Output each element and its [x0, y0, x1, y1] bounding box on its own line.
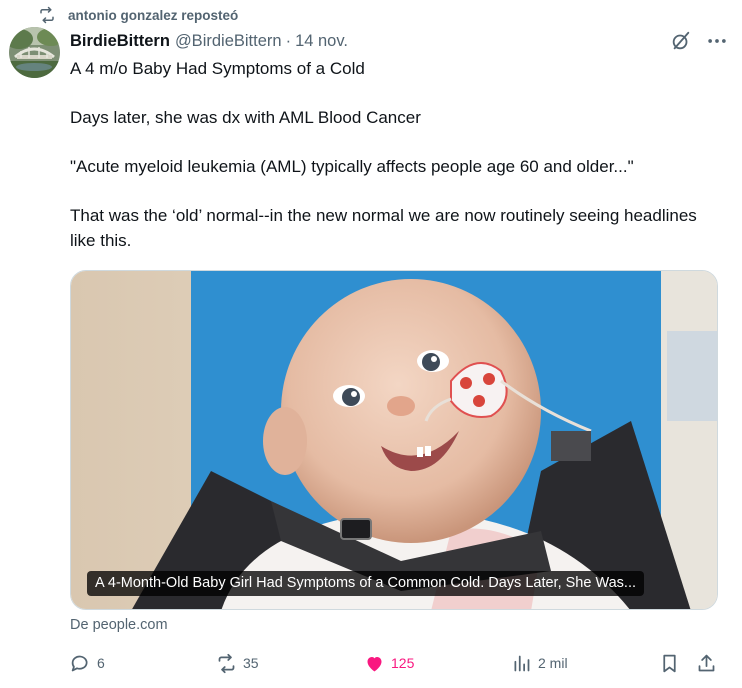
card-image: [71, 271, 717, 609]
repost-icon: [38, 6, 56, 24]
reply-button[interactable]: 6: [70, 650, 105, 676]
views-button[interactable]: 2 mil: [511, 650, 568, 676]
bookmark-button[interactable]: [659, 650, 680, 676]
action-bar: 6 35 125 2 mil: [70, 650, 720, 676]
repost-label: antonio gonzalez reposteó: [68, 7, 239, 23]
repost-context[interactable]: antonio gonzalez reposteó: [38, 4, 238, 26]
tweet-text-line: That was the ‘old’ normal--in the new no…: [70, 206, 697, 250]
views-icon: [511, 653, 532, 674]
reply-icon: [70, 653, 91, 674]
repost-count: 35: [243, 655, 259, 671]
views-count: 2 mil: [538, 655, 568, 671]
header-actions: [670, 30, 728, 52]
avatar[interactable]: [9, 27, 60, 78]
tweet-text-line: "Acute myeloid leukemia (AML) typically …: [70, 157, 634, 176]
like-count: 125: [391, 655, 415, 671]
post-date[interactable]: 14 nov.: [295, 32, 348, 51]
repost-button[interactable]: 35: [216, 650, 259, 676]
share-button[interactable]: [696, 650, 717, 676]
repost-icon: [216, 653, 237, 674]
tweet-header: BirdieBittern @BirdieBittern · 14 nov.: [70, 30, 728, 52]
card-caption: A 4-Month-Old Baby Girl Had Symptoms of …: [87, 571, 645, 596]
separator-dot: ·: [285, 31, 292, 50]
display-name[interactable]: BirdieBittern: [70, 32, 170, 51]
tweet-text-line: A 4 m/o Baby Had Symptoms of a Cold: [70, 59, 365, 78]
reply-count: 6: [97, 655, 105, 671]
like-button[interactable]: 125: [364, 650, 414, 676]
link-card[interactable]: A 4-Month-Old Baby Girl Had Symptoms of …: [70, 270, 718, 610]
tweet-text-line: Days later, she was dx with AML Blood Ca…: [70, 108, 421, 127]
heart-icon: [364, 653, 385, 674]
more-options-icon[interactable]: [706, 30, 728, 52]
card-source-link[interactable]: De people.com: [70, 617, 168, 633]
tweet-text: A 4 m/o Baby Had Symptoms of a Cold Days…: [70, 57, 720, 253]
user-handle[interactable]: @BirdieBittern: [175, 32, 282, 51]
bookmark-icon: [659, 653, 680, 674]
share-icon: [696, 653, 717, 674]
grok-icon[interactable]: [670, 30, 692, 52]
